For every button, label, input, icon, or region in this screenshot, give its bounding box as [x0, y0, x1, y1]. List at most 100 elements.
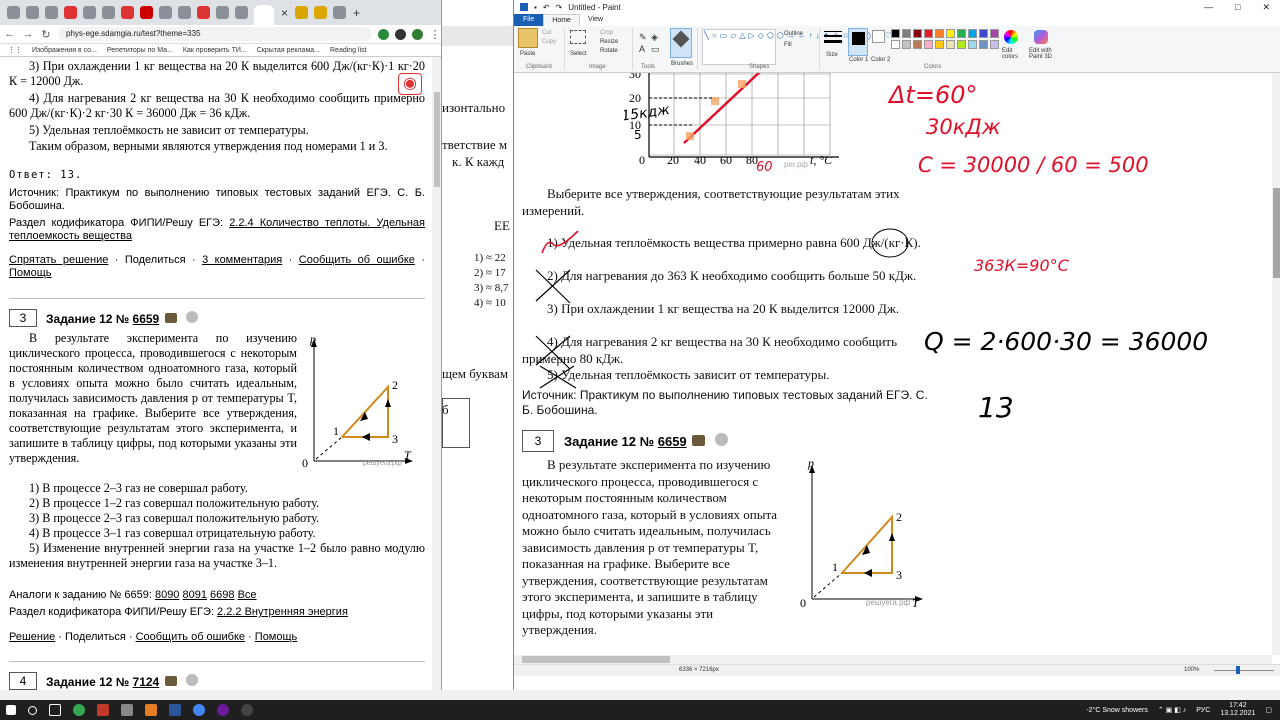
size-icon[interactable]: [824, 29, 842, 47]
profile-avatar[interactable]: [412, 28, 423, 40]
bookmark-item[interactable]: Репетиторы по Ма...: [107, 47, 173, 54]
share-link[interactable]: Поделиться: [125, 254, 186, 266]
redo-icon[interactable]: ↷: [556, 3, 563, 12]
palette-swatch[interactable]: [968, 40, 977, 49]
palette-swatch[interactable]: [946, 40, 955, 49]
back-icon[interactable]: ←: [4, 28, 16, 40]
cut-button[interactable]: Cut: [542, 30, 551, 36]
tab-file[interactable]: File: [514, 14, 544, 26]
bookmark-item[interactable]: Как проверить ТИ...: [183, 47, 247, 54]
text-tool-icon[interactable]: A: [639, 44, 645, 54]
palette-swatch[interactable]: [902, 40, 911, 49]
color1-button[interactable]: [848, 28, 868, 56]
scrollbar-thumb[interactable]: [1273, 188, 1280, 278]
language-indicator[interactable]: РУС: [1196, 707, 1210, 714]
tab-favicon[interactable]: [295, 6, 309, 19]
maximize-icon[interactable]: □: [1235, 2, 1240, 13]
forward-icon[interactable]: →: [22, 28, 34, 40]
chrome-icon[interactable]: [193, 704, 205, 716]
menu-icon[interactable]: ⋮: [429, 28, 441, 41]
pencil-icon[interactable]: ✎: [639, 32, 647, 43]
app-icon[interactable]: [97, 704, 109, 716]
weather-widget[interactable]: -2°C Snow showers: [1086, 707, 1148, 714]
paint3d-icon[interactable]: [1034, 30, 1048, 44]
tab-favicon[interactable]: [314, 6, 328, 19]
tab-favicon[interactable]: [26, 6, 39, 19]
close-tab-icon[interactable]: ×: [281, 6, 288, 20]
task-view-icon[interactable]: [49, 704, 61, 716]
hide-solution-link[interactable]: Спрятать решение: [9, 254, 108, 266]
tab-favicon[interactable]: [235, 6, 248, 19]
palette-swatch[interactable]: [990, 40, 999, 49]
app-icon[interactable]: [145, 704, 157, 716]
palette-swatch[interactable]: [957, 29, 966, 38]
palette-swatch[interactable]: [979, 40, 988, 49]
task-id-link[interactable]: 6659: [133, 312, 160, 326]
select-icon[interactable]: [570, 30, 586, 44]
palette-swatch[interactable]: [891, 29, 900, 38]
palette-swatch[interactable]: [913, 40, 922, 49]
scrollbar-thumb[interactable]: [434, 92, 440, 187]
apps-icon[interactable]: ⋮⋮: [8, 46, 22, 54]
tab-active[interactable]: [254, 5, 274, 25]
tab-favicon[interactable]: [216, 6, 229, 19]
canvas-vertical-scrollbar[interactable]: [1272, 73, 1280, 655]
tab-favicon[interactable]: [83, 6, 96, 19]
color2-swatch[interactable]: [872, 30, 885, 43]
eraser-icon[interactable]: ▭: [651, 44, 660, 55]
report-error-link[interactable]: Сообщить об ошибке: [299, 254, 415, 266]
paint-canvas[interactable]: 30 20 10 0 20 40 60 80 t, °C рег.рф 15кд…: [514, 73, 1272, 655]
windows-start-icon[interactable]: [6, 705, 16, 715]
tab-favicon[interactable]: [64, 6, 77, 19]
analog-link[interactable]: 8090: [155, 589, 179, 601]
analog-link[interactable]: 8091: [183, 589, 207, 601]
notifications-icon[interactable]: ▢: [1265, 706, 1272, 714]
paste-icon[interactable]: [518, 28, 538, 48]
new-tab-icon[interactable]: +: [353, 6, 360, 20]
reload-icon[interactable]: ↻: [40, 28, 52, 41]
rotate-button[interactable]: Rotate: [600, 48, 618, 54]
help-link[interactable]: Помощь: [255, 631, 298, 643]
clock[interactable]: 17:42 13.12.2021: [1220, 702, 1255, 718]
palette-swatch[interactable]: [935, 29, 944, 38]
palette-swatch[interactable]: [924, 40, 933, 49]
edit-colors-icon[interactable]: [1004, 30, 1018, 44]
bookmark-item[interactable]: Скрытая реклама...: [257, 47, 320, 54]
palette-swatch[interactable]: [990, 29, 999, 38]
tab-favicon[interactable]: [159, 6, 172, 19]
copy-button[interactable]: Copy: [542, 39, 556, 45]
scrollbar-thumb[interactable]: [522, 656, 670, 663]
palette-swatch[interactable]: [924, 29, 933, 38]
bookmark-item[interactable]: Изображения в со...: [32, 47, 97, 54]
undo-icon[interactable]: ↶: [543, 3, 550, 12]
help-link[interactable]: Помощь: [9, 267, 52, 279]
palette-swatch[interactable]: [913, 29, 922, 38]
tab-home[interactable]: Home: [543, 14, 580, 26]
tab-view[interactable]: View: [580, 14, 611, 26]
chrome-icon[interactable]: [73, 704, 85, 716]
search-icon[interactable]: [28, 705, 37, 715]
extension-icon[interactable]: [378, 28, 389, 40]
resize-button[interactable]: Resize: [600, 39, 618, 45]
bookmark-item[interactable]: Reading list: [330, 47, 367, 54]
url-field[interactable]: phys-ege.sdamgia.ru/test?theme=335: [58, 27, 372, 41]
tab-favicon[interactable]: [197, 6, 210, 19]
fill-button[interactable]: Fill: [784, 42, 792, 48]
outline-button[interactable]: Outline: [784, 31, 803, 37]
fill-bucket-icon[interactable]: ◈: [651, 32, 658, 43]
app-icon[interactable]: [241, 704, 253, 716]
app-icon[interactable]: [217, 704, 229, 716]
palette-swatch[interactable]: [957, 40, 966, 49]
tab-favicon[interactable]: [333, 6, 347, 19]
page-scrollbar[interactable]: [432, 57, 441, 690]
analog-all-link[interactable]: Все: [238, 589, 257, 601]
zoom-slider-thumb[interactable]: [1236, 666, 1240, 674]
app-icon[interactable]: [121, 704, 133, 716]
palette-swatch[interactable]: [902, 29, 911, 38]
select-button[interactable]: Select: [570, 51, 587, 57]
tab-favicon[interactable]: [178, 6, 191, 19]
edit-colors-label[interactable]: Edit colors: [1002, 48, 1026, 60]
paste-button[interactable]: Paste: [520, 51, 535, 57]
briefcase-icon[interactable]: [164, 676, 177, 686]
task-id-link[interactable]: 7124: [133, 675, 160, 689]
